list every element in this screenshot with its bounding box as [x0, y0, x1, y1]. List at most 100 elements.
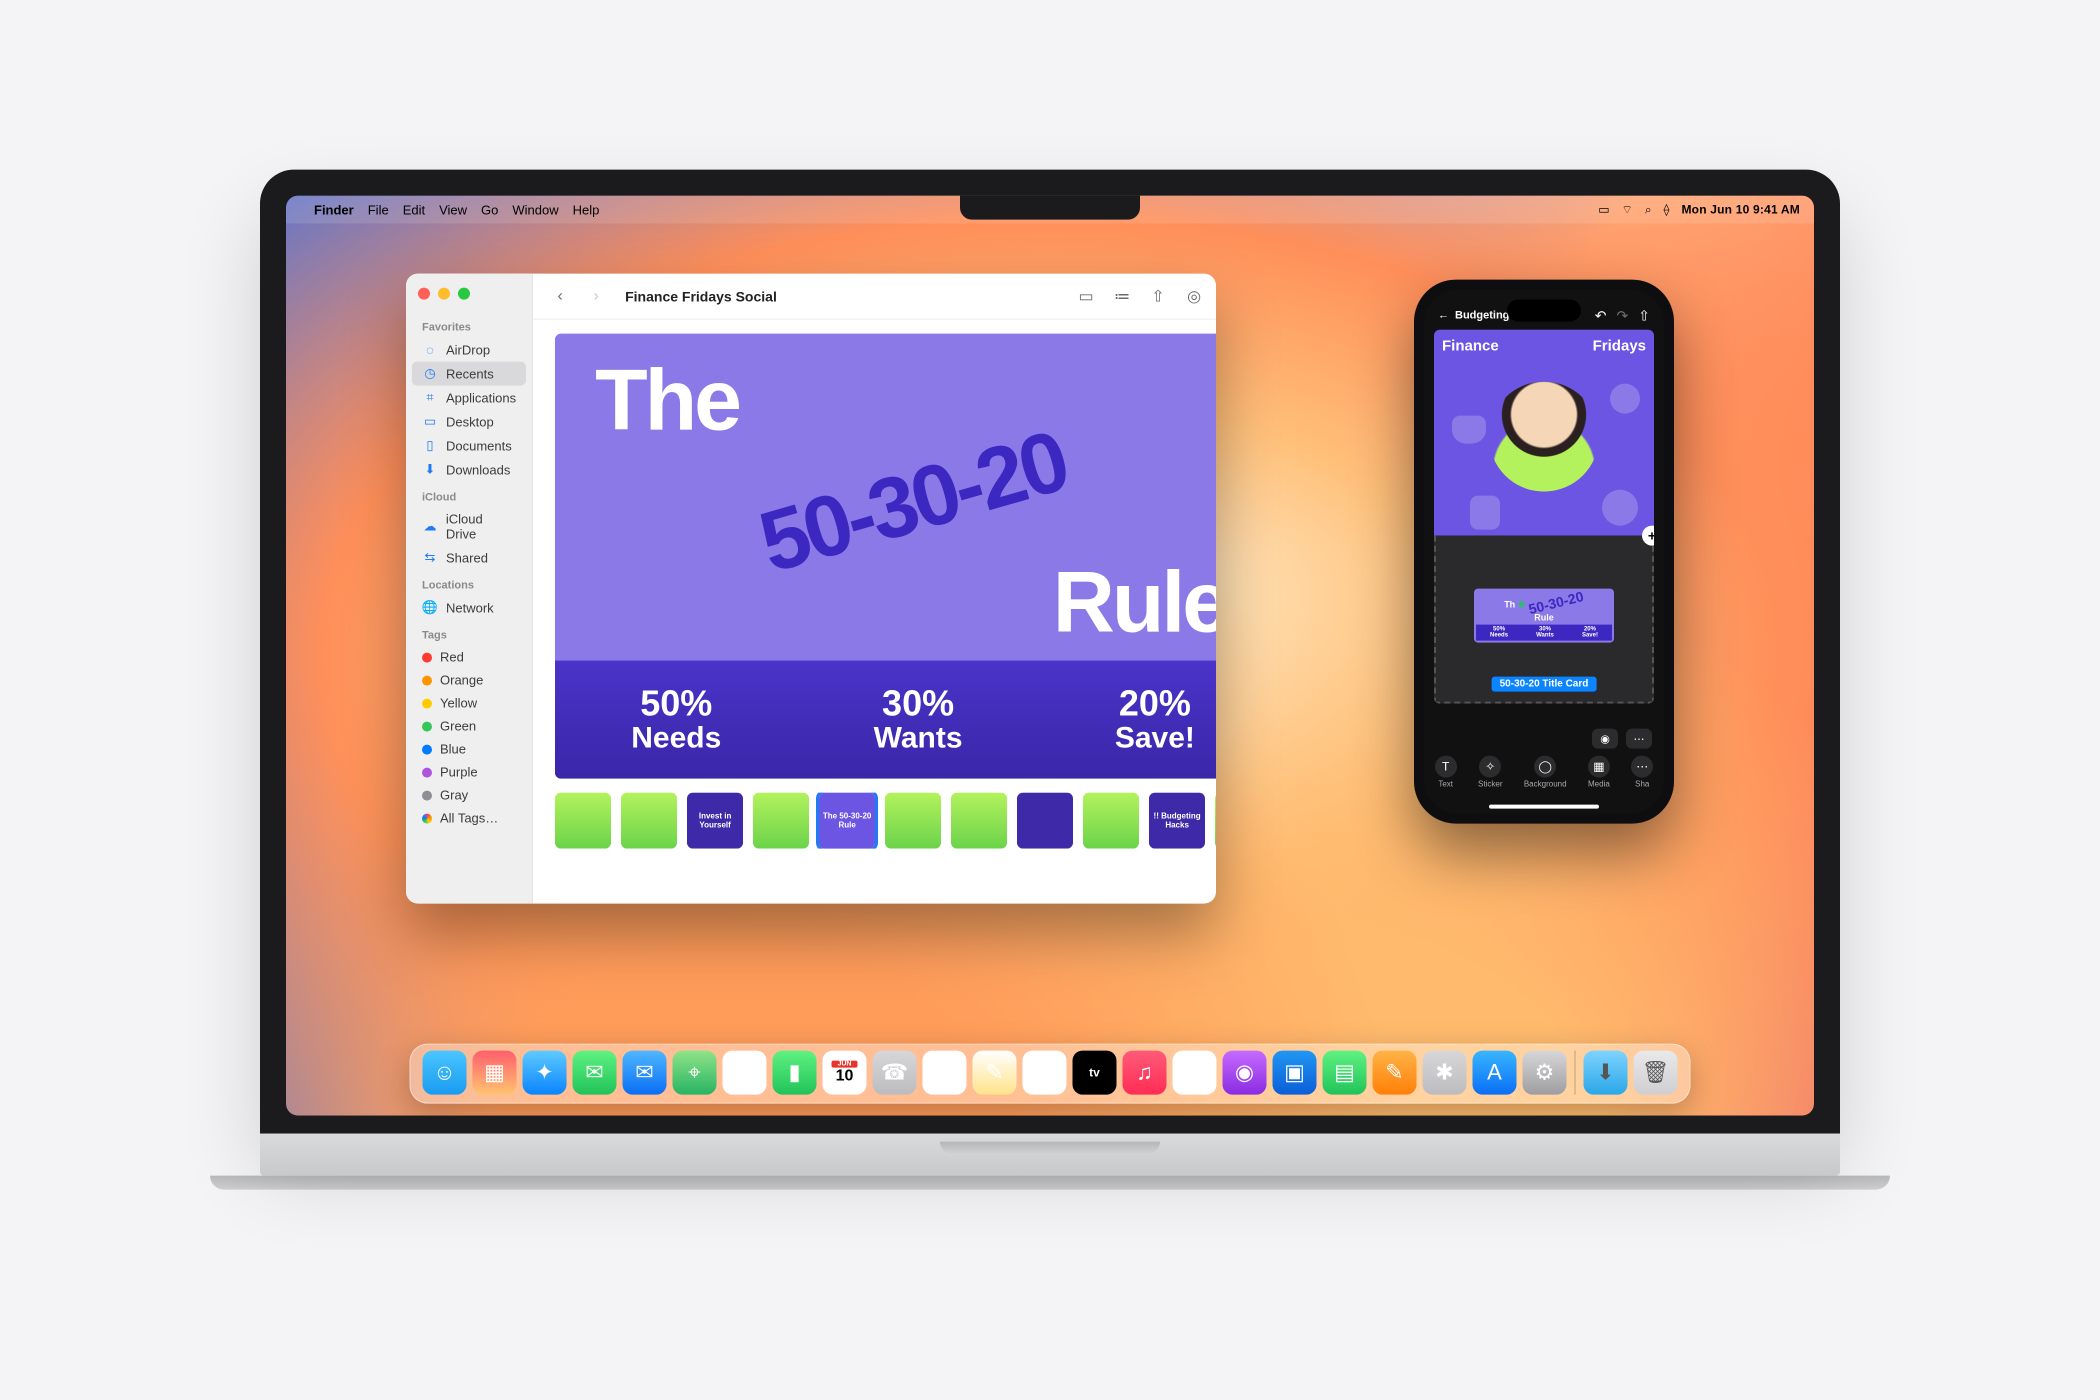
minimize-button[interactable] — [438, 288, 450, 300]
dock-app-mail[interactable]: ✉ — [623, 1051, 667, 1095]
dock-app-freeform[interactable]: 〰 — [1023, 1051, 1067, 1095]
control-center-icon[interactable]: ⟠ — [1664, 203, 1670, 217]
back-button[interactable]: ‹ — [547, 285, 573, 307]
desktop-icon: ▭ — [422, 414, 438, 430]
view-gallery-icon[interactable]: ▭ — [1073, 285, 1099, 307]
menu-view[interactable]: View — [439, 202, 467, 217]
dock-app-tv[interactable]: tv — [1073, 1051, 1117, 1095]
gallery-preview-image[interactable]: The 50-30-20 Rule 50%Needs30%Wants20%Sav… — [555, 334, 1216, 779]
sidebar-item-airdrop[interactable]: ◌AirDrop — [412, 338, 526, 362]
zoom-button[interactable] — [458, 288, 470, 300]
dock-app-notes[interactable]: ✎ — [973, 1051, 1017, 1095]
redo-icon[interactable]: ↷ — [1617, 307, 1629, 324]
group-menu-icon[interactable]: ≔ — [1109, 285, 1135, 307]
more-icon[interactable]: ⋯ — [1626, 729, 1652, 749]
dock-trash[interactable]: 🗑 — [1634, 1051, 1678, 1095]
thumbnail[interactable] — [1017, 793, 1073, 849]
iphone-canvas[interactable]: Finance Fridays Th ✚ 5 — [1434, 330, 1654, 704]
iphone-canvas-controls: ◉ ⋯ — [1424, 728, 1664, 750]
home-indicator[interactable] — [1489, 805, 1599, 809]
thumbnail[interactable] — [621, 793, 677, 849]
thumbnail[interactable] — [753, 793, 809, 849]
sidebar-tag-orange[interactable]: Orange — [412, 669, 526, 692]
dock-downloads[interactable]: ⬇ — [1584, 1051, 1628, 1095]
menubar-app-name[interactable]: Finder — [314, 202, 354, 217]
thumbnail[interactable] — [1215, 793, 1216, 849]
menu-file[interactable]: File — [368, 202, 389, 217]
macos-desktop[interactable]: Finder FileEditViewGoWindowHelp ▭ ⌔ ⌕ ⟠ … — [286, 196, 1814, 1116]
sidebar-tag-purple[interactable]: Purple — [412, 761, 526, 784]
sidebar-tag-yellow[interactable]: Yellow — [412, 692, 526, 715]
dock-app-maps[interactable]: ⌖ — [673, 1051, 717, 1095]
wifi-icon[interactable]: ⌔ — [1622, 202, 1633, 217]
dock-app-passwords[interactable]: ✱ — [1423, 1051, 1467, 1095]
iphone-tool-text[interactable]: TText — [1435, 755, 1457, 788]
sidebar-item-desktop[interactable]: ▭Desktop — [412, 410, 526, 434]
iphone-tool-sticker[interactable]: ✧Sticker — [1478, 755, 1502, 788]
close-button[interactable] — [418, 288, 430, 300]
thumbnail[interactable]: The 50-30-20 Rule — [819, 793, 875, 849]
dock-app-launchpad[interactable]: ▦ — [473, 1051, 517, 1095]
iphone-share-icon[interactable]: ⇧ — [1638, 307, 1650, 324]
dock-app-music[interactable]: ♫ — [1123, 1051, 1167, 1095]
sidebar-tag-all-tags-[interactable]: All Tags… — [412, 807, 526, 830]
finder-window[interactable]: Favorites ◌AirDrop◷Recents⌗Applications▭… — [406, 274, 1216, 904]
dock-app-podcasts[interactable]: ◉ — [1223, 1051, 1267, 1095]
sidebar-item-recents[interactable]: ◷Recents — [412, 362, 526, 386]
spotlight-icon[interactable]: ⌕ — [1645, 202, 1652, 217]
forward-button[interactable]: › — [583, 285, 609, 307]
dock-app-pages[interactable]: ✎ — [1373, 1051, 1417, 1095]
dock-app-finder[interactable]: ☺ — [423, 1051, 467, 1095]
dock-app-calendar[interactable]: JUN10 — [823, 1051, 867, 1095]
iphone-tool-background[interactable]: ◯Background — [1524, 755, 1567, 788]
sidebar-tag-red[interactable]: Red — [412, 646, 526, 669]
menu-edit[interactable]: Edit — [403, 202, 425, 217]
sidebar-tag-gray[interactable]: Gray — [412, 784, 526, 807]
airdrop-icon: ◌ — [422, 342, 438, 358]
laptop-deck — [260, 1134, 1840, 1176]
dock-app-settings[interactable]: ⚙ — [1523, 1051, 1567, 1095]
dock-app-reminders[interactable]: ≣ — [923, 1051, 967, 1095]
menu-help[interactable]: Help — [573, 202, 600, 217]
battery-icon[interactable]: ▭ — [1598, 203, 1609, 217]
share-icon[interactable]: ⇧ — [1145, 285, 1171, 307]
sidebar-tag-green[interactable]: Green — [412, 715, 526, 738]
thumbnail[interactable] — [885, 793, 941, 849]
menubar-clock[interactable]: Mon Jun 10 9:41 AM — [1681, 203, 1800, 217]
iphone-tool-sha[interactable]: ⋯Sha — [1631, 755, 1653, 788]
thumbnail[interactable]: !! Budgeting Hacks — [1149, 793, 1205, 849]
tag-dot-icon — [422, 813, 432, 823]
dock-app-appstore[interactable]: A — [1473, 1051, 1517, 1095]
undo-icon[interactable]: ↶ — [1595, 307, 1607, 324]
dock-app-keynote[interactable]: ▣ — [1273, 1051, 1317, 1095]
dragged-card[interactable]: Th ✚ 50-30-20 Rule 50%Needs30%Wants20%Sa… — [1474, 588, 1614, 642]
sidebar-item-documents[interactable]: ▯Documents — [412, 434, 526, 458]
thumbnail[interactable]: Invest in Yourself — [687, 793, 743, 849]
thumbnail[interactable] — [555, 793, 611, 849]
visibility-icon[interactable]: ◉ — [1592, 729, 1618, 749]
dock-app-contacts[interactable]: ☎ — [873, 1051, 917, 1095]
sidebar-item-icloud-drive[interactable]: ☁iCloud Drive — [412, 508, 526, 546]
menu-go[interactable]: Go — [481, 202, 498, 217]
dock-app-photos[interactable]: ❀ — [723, 1051, 767, 1095]
dock-app-facetime[interactable]: ▮ — [773, 1051, 817, 1095]
iphone-back-icon[interactable]: ← — [1438, 310, 1449, 322]
sidebar-item-shared[interactable]: ⇆Shared — [412, 546, 526, 570]
dock-app-numbers[interactable]: ▤ — [1323, 1051, 1367, 1095]
sidebar-item-downloads[interactable]: ⬇Downloads — [412, 458, 526, 482]
sidebar-tag-blue[interactable]: Blue — [412, 738, 526, 761]
sidebar-item-label: Applications — [446, 390, 516, 405]
sidebar-item-label: Blue — [440, 742, 466, 757]
sidebar-item-applications[interactable]: ⌗Applications — [412, 386, 526, 410]
thumbnail[interactable] — [1083, 793, 1139, 849]
iphone-mirror[interactable]: ← Budgeting Edit ↶ ↷ ⇧ Finance Fridays — [1414, 280, 1674, 824]
hero-text-the: The — [595, 352, 739, 451]
iphone-tool-media[interactable]: ▦Media — [1588, 755, 1610, 788]
tags-icon[interactable]: ◎ — [1181, 285, 1207, 307]
dock-app-news[interactable]: N — [1173, 1051, 1217, 1095]
dock-app-safari[interactable]: ✦ — [523, 1051, 567, 1095]
thumbnail[interactable] — [951, 793, 1007, 849]
sidebar-item-network[interactable]: 🌐Network — [412, 596, 526, 620]
menu-window[interactable]: Window — [512, 202, 558, 217]
dock-app-messages[interactable]: ✉ — [573, 1051, 617, 1095]
